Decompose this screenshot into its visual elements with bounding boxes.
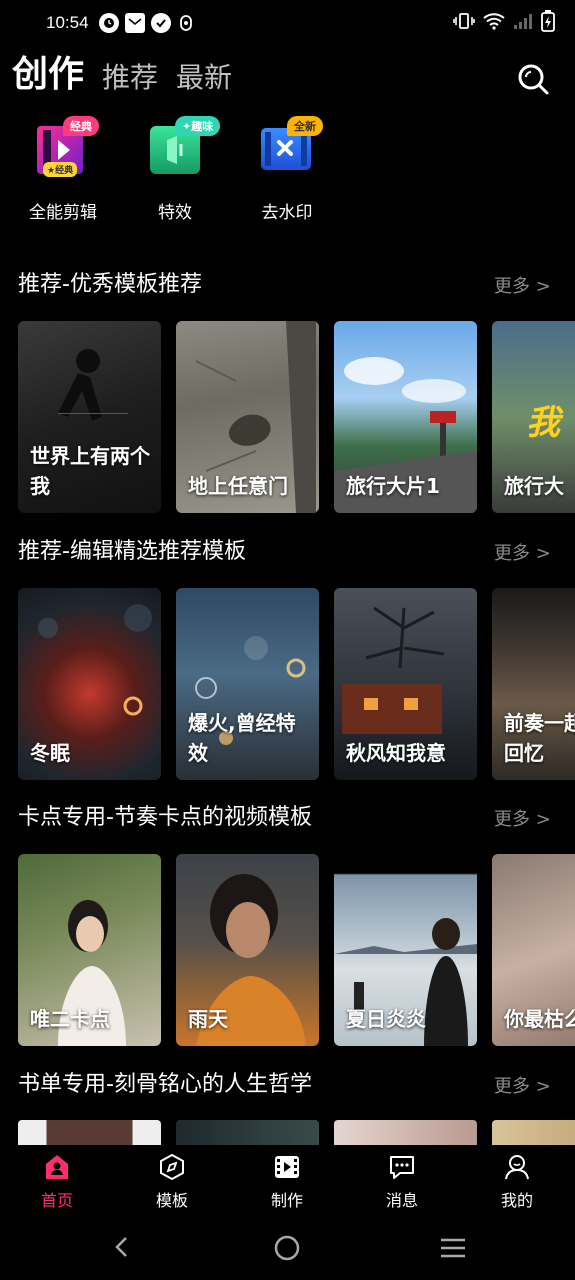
template-card[interactable] bbox=[176, 1120, 319, 1146]
effects-icon: ✦趣味 bbox=[145, 116, 221, 180]
template-card[interactable]: 唯二卡点 bbox=[18, 854, 161, 1046]
home-circle-icon[interactable] bbox=[274, 1235, 300, 1265]
status-bar: 10:54 bbox=[0, 0, 575, 46]
more-link[interactable]: 更多 > bbox=[494, 805, 551, 831]
profile-icon bbox=[503, 1153, 531, 1181]
tool-shortcuts: 经典 ★经典 全能剪辑 ✦趣味 特效 全新 去水印 bbox=[0, 112, 575, 232]
remove-watermark-icon: 全新 bbox=[257, 116, 323, 180]
template-title: 你最枯么 bbox=[504, 1007, 575, 1031]
template-title: 旅行大 bbox=[504, 474, 564, 498]
battery-charging-icon bbox=[541, 9, 555, 37]
more-link[interactable]: 更多 > bbox=[494, 272, 551, 298]
recent-apps-icon[interactable] bbox=[440, 1237, 466, 1263]
status-time: 10:54 bbox=[46, 13, 89, 32]
make-video-icon bbox=[273, 1153, 301, 1181]
app-notification-icon bbox=[98, 13, 119, 33]
nav-profile[interactable]: 我的 bbox=[477, 1153, 557, 1211]
more-link[interactable]: 更多 > bbox=[494, 1072, 551, 1098]
template-card[interactable]: 世界上有两个我 bbox=[18, 321, 161, 513]
shortcut-effects[interactable]: ✦趣味 特效 bbox=[120, 112, 230, 223]
nav-label: 首页 bbox=[40, 1191, 73, 1210]
nav-label: 模板 bbox=[155, 1191, 188, 1210]
nav-make[interactable]: 制作 bbox=[247, 1153, 327, 1211]
tab-recommend[interactable]: 推荐 bbox=[102, 58, 158, 98]
system-navigation-bar bbox=[0, 1215, 575, 1280]
template-card[interactable] bbox=[334, 1120, 477, 1146]
shortcut-full-edit[interactable]: 经典 ★经典 全能剪辑 bbox=[8, 112, 118, 223]
template-row: 冬眠 爆火,曾经特效 秋风知我意 前奏一起多少回忆 bbox=[18, 588, 575, 780]
template-title: 前奏一起多少回忆 bbox=[504, 711, 575, 765]
mail-icon bbox=[124, 13, 145, 33]
template-card[interactable]: 前奏一起多少回忆 bbox=[492, 588, 575, 780]
template-row: 世界上有两个我 地上任意门 旅行大片1 我 旅行大 bbox=[18, 321, 575, 513]
badge-fun: ✦趣味 bbox=[175, 116, 221, 136]
nav-home[interactable]: 首页 bbox=[17, 1153, 97, 1211]
template-row bbox=[18, 1120, 575, 1146]
template-card[interactable]: 雨天 bbox=[176, 854, 319, 1046]
signal-icon bbox=[513, 12, 533, 35]
nav-label: 制作 bbox=[270, 1191, 303, 1210]
section-title: 推荐-优秀模板推荐 bbox=[18, 272, 202, 297]
vpn-icon bbox=[179, 14, 193, 32]
badge-classic: 经典 bbox=[63, 116, 99, 136]
badge-new: 全新 bbox=[287, 116, 323, 136]
template-title: 夏日炎炎 bbox=[346, 1007, 426, 1031]
nav-messages[interactable]: 消息 bbox=[362, 1153, 442, 1211]
section-title: 推荐-编辑精选推荐模板 bbox=[18, 539, 246, 564]
template-title: 唯二卡点 bbox=[30, 1007, 110, 1031]
template-card[interactable]: 地上任意门 bbox=[176, 321, 319, 513]
template-icon bbox=[158, 1153, 186, 1181]
template-card[interactable] bbox=[18, 1120, 161, 1146]
tab-create[interactable]: 创作 bbox=[12, 52, 84, 98]
top-category-tabs: 创作 推荐 最新 bbox=[12, 50, 250, 98]
section-title: 卡点专用-节奏卡点的视频模板 bbox=[18, 805, 312, 830]
shortcut-label: 全能剪辑 bbox=[29, 203, 97, 223]
nav-template[interactable]: 模板 bbox=[132, 1153, 212, 1211]
more-link[interactable]: 更多 > bbox=[494, 539, 551, 565]
vibrate-icon bbox=[453, 12, 475, 35]
template-title: 秋风知我意 bbox=[346, 741, 446, 765]
shortcut-label: 特效 bbox=[158, 203, 192, 223]
app-screen: { "status": {"time": "10:54"}, "top_tabs… bbox=[0, 0, 575, 1280]
film-edit-icon: 经典 ★经典 bbox=[33, 116, 99, 180]
template-title: 雨天 bbox=[188, 1007, 228, 1031]
template-title: 地上任意门 bbox=[188, 474, 288, 498]
template-card[interactable]: 冬眠 bbox=[18, 588, 161, 780]
template-card[interactable]: 爆火,曾经特效 bbox=[176, 588, 319, 780]
nav-label: 我的 bbox=[500, 1191, 533, 1210]
nav-label: 消息 bbox=[385, 1191, 418, 1210]
shortcut-label: 去水印 bbox=[261, 203, 313, 223]
back-icon[interactable] bbox=[110, 1235, 134, 1263]
template-title: 冬眠 bbox=[30, 741, 70, 765]
wifi-icon bbox=[483, 12, 505, 35]
template-card[interactable]: 秋风知我意 bbox=[334, 588, 477, 780]
badge-classic-small: ★经典 bbox=[43, 162, 78, 177]
template-card[interactable]: 你最枯么 bbox=[492, 854, 575, 1046]
search-icon[interactable] bbox=[516, 62, 550, 96]
template-card[interactable]: 旅行大片1 bbox=[334, 321, 477, 513]
template-title: 爆火,曾经特效 bbox=[188, 711, 296, 765]
home-icon bbox=[43, 1153, 71, 1181]
message-icon bbox=[388, 1153, 416, 1181]
template-title: 旅行大片1 bbox=[346, 474, 440, 498]
tab-latest[interactable]: 最新 bbox=[176, 58, 232, 98]
template-card[interactable]: 我 旅行大 bbox=[492, 321, 575, 513]
bottom-navigation: 首页 模板 制作 消息 我的 bbox=[0, 1145, 575, 1215]
template-card[interactable] bbox=[492, 1120, 575, 1146]
shortcut-remove-watermark[interactable]: 全新 去水印 bbox=[232, 112, 342, 223]
template-row: 唯二卡点 雨天 夏日炎炎 你最枯么 bbox=[18, 854, 575, 1046]
template-title: 世界上有两个我 bbox=[30, 444, 150, 498]
template-card[interactable]: 夏日炎炎 bbox=[334, 854, 477, 1046]
section-title: 书单专用-刻骨铭心的人生哲学 bbox=[18, 1072, 312, 1097]
check-icon bbox=[150, 13, 171, 33]
